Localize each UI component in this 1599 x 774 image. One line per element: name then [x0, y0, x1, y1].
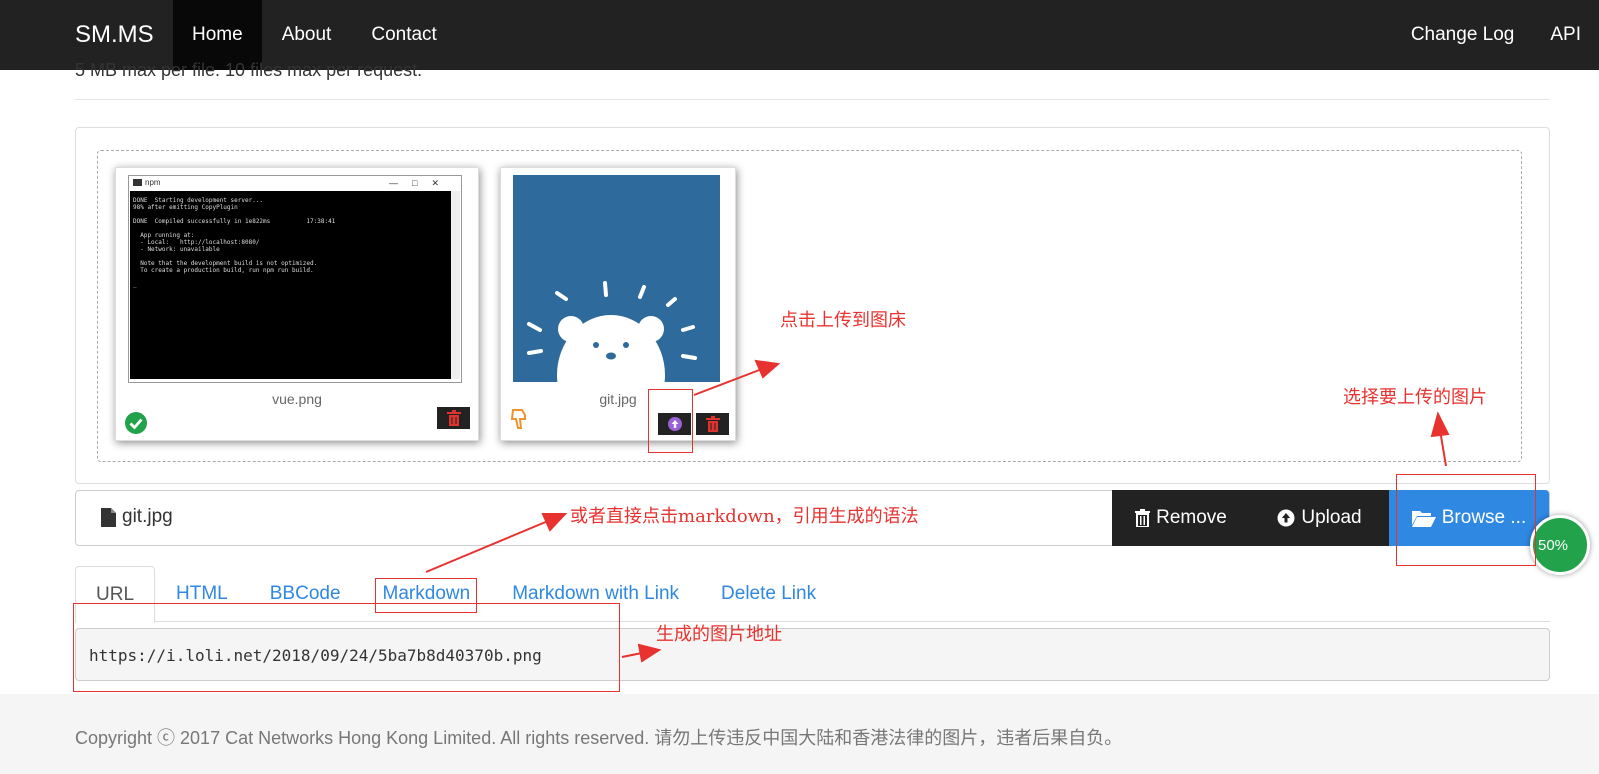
annotation-arrows — [425, 359, 1450, 663]
